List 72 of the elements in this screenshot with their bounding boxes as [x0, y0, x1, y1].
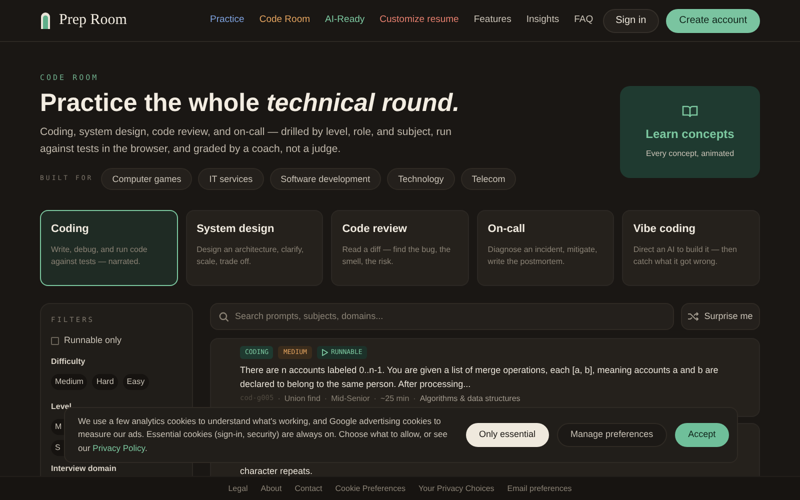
footer-link[interactable]: Legal	[228, 482, 248, 494]
mode-card[interactable]: On-call Diagnose an incident, mitigate, write the postmortem.	[476, 210, 614, 286]
learn-concepts-card[interactable]: Learn concepts Every concept, animated	[620, 86, 760, 178]
brand-name[interactable]: Prep Room	[59, 9, 127, 32]
nav-link[interactable]: Code Room	[259, 13, 310, 28]
separator-dot: ·	[413, 393, 416, 404]
filter-chip[interactable]: Medium	[51, 374, 88, 390]
filter-label: Interview domain	[51, 463, 118, 476]
search-field[interactable]: Search prompts, subjects, domains...	[210, 303, 674, 330]
checkbox[interactable]	[51, 336, 59, 344]
card-title: Coding	[51, 222, 90, 238]
search-input: Search prompts, subjects, domains...	[235, 310, 665, 324]
problem-meta: ~25 min	[380, 393, 410, 404]
filter-label: Level	[51, 401, 72, 414]
search-icon	[219, 312, 229, 322]
footer-link[interactable]: Email preferences	[507, 482, 572, 494]
footer-link[interactable]: About	[260, 482, 282, 494]
cookie-button[interactable]: Only essential	[466, 423, 549, 447]
nav-link[interactable]: Customize resume	[380, 13, 459, 28]
problem-description: There are n accounts labeled 0..n-1. You are given a list of merge operations, each [a, b], meaning accounts a and b are declared to belong to the same person. After processing...	[240, 364, 720, 392]
card-title: System design	[196, 222, 276, 238]
shuffle-icon	[688, 312, 700, 322]
play-icon	[322, 349, 328, 356]
cookie-button[interactable]: Accept	[675, 423, 729, 447]
card-title: Learn concepts	[646, 126, 734, 142]
nav-link[interactable]: AI-Ready	[325, 13, 365, 28]
create-account-button[interactable]: Create account	[666, 8, 760, 32]
industry-chip[interactable]: Software development	[270, 168, 382, 190]
card-description: Read a diff — find the bug, the smell, the risk.	[342, 244, 452, 268]
mode-card[interactable]: Coding Write, debug, and run code against tests — narrated.	[40, 210, 178, 286]
checkbox-label: Runnable only	[64, 334, 122, 347]
nav-link[interactable]: Practice	[210, 13, 244, 28]
privacy-policy-link[interactable]: Privacy Policy	[92, 442, 145, 453]
filter-label: Difficulty	[51, 356, 86, 368]
nav-link[interactable]: Features	[474, 13, 512, 28]
card-title: Vibe coding	[633, 222, 697, 238]
cookie-button[interactable]: Manage preferences	[556, 423, 668, 447]
nav-link[interactable]: FAQ	[574, 13, 594, 28]
industry-chip[interactable]: Technology	[387, 168, 455, 190]
problem-meta: Mid-Senior	[331, 393, 370, 404]
filter-chip[interactable]: Easy	[122, 374, 149, 390]
card-description: Direct an AI to build it — then catch what it got wrong.	[633, 244, 738, 268]
footer-link[interactable]: Contact	[294, 482, 322, 494]
surprise-me-button[interactable]: Surprise me	[681, 303, 760, 330]
hero-title: Practice the whole technical round.	[40, 88, 461, 118]
footer-link[interactable]: Your Privacy Choices	[418, 482, 494, 494]
mode-card[interactable]: Code review Read a diff — find the bug, the smell, the risk.	[331, 210, 469, 286]
mode-card[interactable]: System design Design an architecture, clarify, scale, trade off.	[186, 210, 324, 286]
sign-in-button[interactable]: Sign in	[602, 8, 660, 32]
hero-subtitle: Coding, system design, code review, and on-call — drilled by level, role, and subject, run against tests in the browser, and graded by a coach, not a judge.	[40, 125, 452, 158]
card-description: Write, debug, and run code against tests — narrated.	[51, 244, 148, 268]
filter-chip[interactable]: Hard	[92, 374, 118, 390]
industry-chip[interactable]: IT services	[198, 168, 264, 190]
card-title: On-call	[488, 222, 526, 238]
footer-link[interactable]: Cookie Preferences	[335, 482, 406, 494]
logo-icon	[40, 12, 51, 30]
problem-meta: Union find	[284, 393, 320, 404]
separator-dot: ·	[278, 393, 280, 404]
nav-link[interactable]: Insights	[526, 13, 560, 28]
mode-card[interactable]: Vibe coding Direct an AI to build it — then catch what it got wrong.	[622, 210, 760, 286]
problem-description: character repeats.	[240, 465, 314, 476]
industry-chip[interactable]: Telecom	[460, 168, 516, 190]
card-title: Code review	[342, 222, 408, 238]
book-icon	[682, 104, 698, 118]
separator-dot: ·	[324, 393, 328, 404]
separator-dot: ·	[374, 393, 376, 404]
cookie-message: We use a few analytics cookies to understand what's working, and Google advertising cookies to measure our ads. Essential cookies (sign-in, security) are always on. Choose what to allow, or see our Privacy Policy.	[78, 414, 448, 455]
problem-meta: Algorithms & data structures	[420, 393, 520, 404]
industry-chip[interactable]: Computer games	[101, 168, 192, 190]
card-subtitle: Every concept, animated	[646, 148, 734, 160]
card-description: Diagnose an incident, mitigate, write the postmortem.	[488, 244, 598, 268]
card-description: Design an architecture, clarify, scale, trade off.	[196, 244, 305, 268]
